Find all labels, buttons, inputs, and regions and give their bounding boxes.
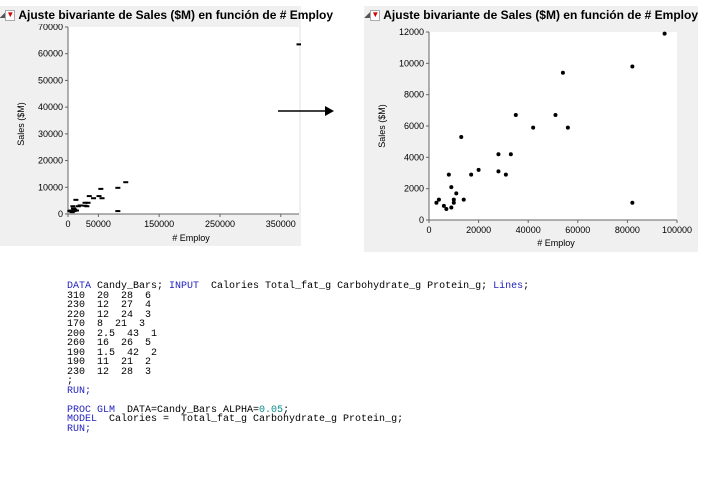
code-line-run: RUN;	[67, 385, 92, 397]
left-data-point	[71, 210, 77, 213]
left-data-point	[296, 43, 301, 46]
left-data-point	[84, 205, 90, 208]
right-data-point	[496, 169, 501, 174]
code-line-run: RUN;	[67, 423, 92, 435]
right-data-point	[444, 207, 449, 212]
right-data-point	[446, 172, 451, 177]
left-y-axis-label: Sales ($M)	[16, 102, 26, 146]
left-chart-svg: 0 10000 20000 30000 40000 50000 60000 70000 0 500…	[16, 24, 301, 243]
left-x-tick-label: 0	[65, 219, 70, 229]
right-x-axis-label: # Employ	[537, 238, 575, 248]
left-plot-frame	[68, 27, 299, 214]
left-data-point	[123, 181, 129, 184]
left-y-tick-label: 20000	[38, 156, 63, 166]
right-data-point	[630, 200, 635, 205]
left-y-tick-label: 50000	[38, 75, 63, 85]
right-plot-frame	[429, 32, 677, 220]
left-data-point	[115, 210, 121, 213]
left-y-tick-label: 40000	[38, 102, 63, 112]
right-data-point	[451, 197, 456, 202]
right-data-point	[461, 197, 466, 202]
code-line-row: ;	[67, 376, 74, 387]
right-data-point	[553, 113, 558, 118]
left-x-axis-label: # Employ	[172, 233, 210, 243]
right-data-point	[662, 31, 667, 36]
right-x-tick-label: 40000	[516, 225, 541, 235]
right-data-point	[449, 205, 454, 210]
left-x-tick-label: 350000	[266, 219, 296, 229]
left-data-point	[70, 205, 76, 208]
right-x-tick-label: 80000	[615, 225, 640, 235]
right-y-tick-label: 2000	[404, 184, 424, 194]
left-data-point	[85, 201, 91, 204]
right-y-tick-label: 10000	[399, 58, 424, 68]
arrow-icon	[278, 106, 334, 116]
right-chart-title-bar: ◢ ▼ Ajuste bivariante de Sales ($M) en f…	[364, 6, 698, 24]
right-data-point	[454, 191, 459, 196]
left-y-tick-label: 60000	[38, 49, 63, 59]
left-data-point	[115, 186, 121, 189]
left-data-point	[99, 197, 105, 200]
right-data-point	[476, 167, 481, 172]
left-chart-panel: ◢ ▼ Ajuste bivariante de Sales ($M) en f…	[0, 6, 333, 246]
right-y-axis-label: Sales ($M)	[377, 104, 387, 148]
right-data-point	[513, 113, 518, 118]
right-chart-panel: ◢ ▼ Ajuste bivariante de Sales ($M) en f…	[364, 6, 698, 252]
right-data-point	[441, 203, 446, 208]
right-x-tick-label: 20000	[466, 225, 491, 235]
right-data-point	[531, 125, 536, 130]
code-line-row: 230 12 28 3	[67, 366, 152, 378]
left-chart-title: Ajuste bivariante de Sales ($M) en funci…	[18, 8, 334, 22]
right-data-point	[496, 152, 501, 157]
left-data-point	[91, 197, 97, 200]
right-data-point	[503, 172, 508, 177]
right-y-tick-label: 12000	[399, 27, 424, 37]
right-data-point	[436, 197, 441, 202]
right-chart-svg: 0 2000 4000 6000 8000 10000 12000 0 20000 40000 60…	[377, 27, 692, 248]
sas-code-block: DATA Candy_Bars; INPUT Calories Total_fa…	[67, 282, 529, 434]
right-data-point	[469, 172, 474, 177]
left-data-point	[73, 198, 79, 201]
left-data-point	[96, 195, 102, 198]
right-y-tick-label: 0	[419, 215, 424, 225]
code-line-model: MODEL Calories = Total_fat_g Carbohydrat…	[67, 414, 404, 425]
left-data-point	[75, 205, 81, 208]
red-triangle-menu-icon[interactable]: ▼	[5, 9, 16, 21]
left-chart-title-bar: ◢ ▼ Ajuste bivariante de Sales ($M) en f…	[0, 6, 333, 24]
left-x-tick-label: 150000	[144, 219, 174, 229]
right-data-point	[459, 134, 464, 139]
right-data-point	[630, 64, 635, 69]
right-y-tick-label: 8000	[404, 90, 424, 100]
left-y-tick-label: 10000	[38, 182, 63, 192]
red-triangle-menu-icon[interactable]: ▼	[370, 9, 381, 21]
right-y-tick-label: 6000	[404, 121, 424, 131]
right-x-tick-label: 60000	[565, 225, 590, 235]
left-y-tick-label: 30000	[38, 129, 63, 139]
right-x-tick-label: 0	[426, 225, 431, 235]
right-data-point	[508, 152, 513, 157]
left-y-tick-label: 0	[58, 209, 63, 219]
right-y-tick-label: 4000	[404, 152, 424, 162]
left-data-point	[86, 195, 92, 198]
right-chart-title: Ajuste bivariante de Sales ($M) en funci…	[383, 8, 698, 22]
left-x-tick-label: 250000	[205, 219, 235, 229]
left-data-point	[98, 187, 104, 190]
right-data-point	[449, 185, 454, 190]
right-data-point	[560, 70, 565, 75]
right-data-point	[565, 125, 570, 130]
left-data-point	[67, 210, 73, 213]
right-data-point	[434, 200, 439, 205]
right-x-tick-label: 100000	[662, 225, 692, 235]
left-y-tick-label: 70000	[38, 24, 63, 32]
left-x-tick-label: 50000	[86, 219, 111, 229]
